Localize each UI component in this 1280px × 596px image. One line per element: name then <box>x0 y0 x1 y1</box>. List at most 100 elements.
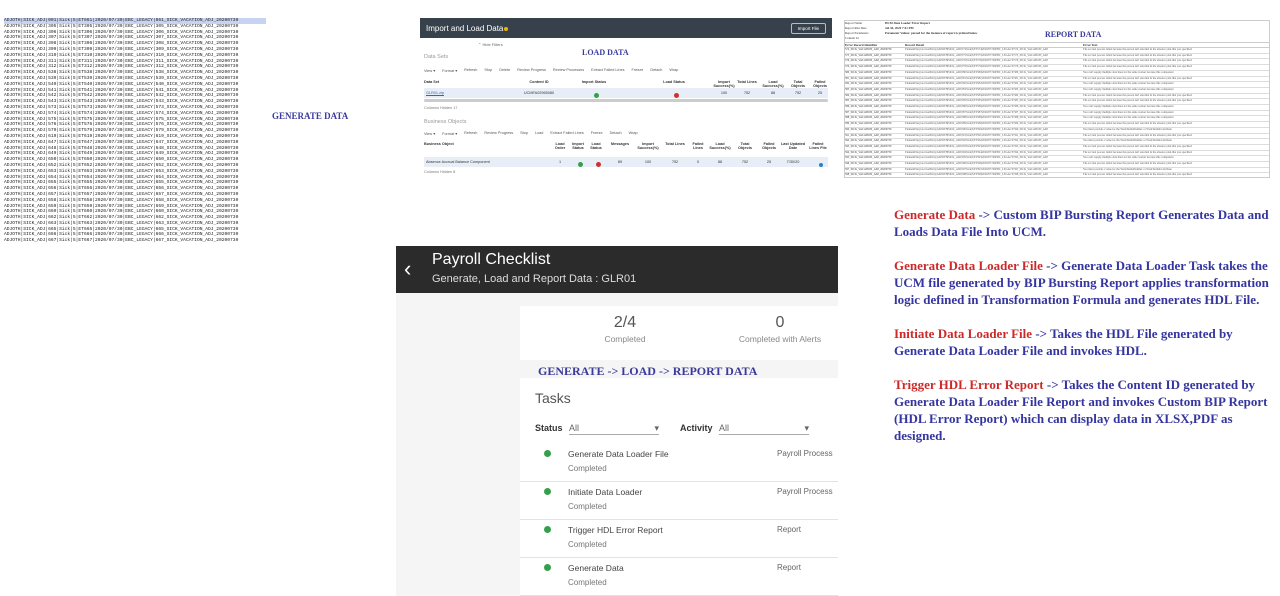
toolbar-item[interactable]: Review Progress <box>517 68 546 73</box>
task-name[interactable]: Initiate Data Loader <box>568 487 642 497</box>
task-type: Report <box>777 525 802 534</box>
cell-error-record: 591_SICK_VACATION_ADJ_20200730 <box>845 133 892 137</box>
col-header[interactable]: Total Objects <box>734 142 756 150</box>
cell-error-record: 597_SICK_VACATION_ADJ_20200730 <box>845 167 892 171</box>
col-header[interactable]: Import Status <box>574 80 614 84</box>
data-set-link[interactable]: GLR01.zip <box>426 91 466 95</box>
toolbar-item[interactable]: Review Processes <box>553 68 584 73</box>
toolbar-item[interactable]: Load <box>535 131 543 136</box>
cell-error-record: 592_SICK_VACATION_ADJ_20200730 <box>845 139 892 143</box>
cell-failed-objects: 25 <box>766 160 772 164</box>
cell-error-text: You can't supply multiple data lines for… <box>1083 87 1174 91</box>
task-name[interactable]: Generate Data <box>568 563 624 573</box>
cell-record-detail: ElementEntry|AccrualEntry|ADJOTH|SICK_AD… <box>905 53 1048 57</box>
cell-failed-objects: 25 <box>817 91 823 95</box>
task-name[interactable]: Trigger HDL Error Report <box>568 525 663 535</box>
cell-record-detail: ElementEntry|AccrualEntry|ADJOTH|SICK_AD… <box>905 122 1048 126</box>
cell-error-record: 598_SICK_VACATION_ADJ_20200730 <box>845 173 892 177</box>
horizontal-scrollbar[interactable] <box>424 99 828 102</box>
col-header[interactable]: Data Set <box>424 80 464 84</box>
toolbar-item[interactable]: View ▾ <box>424 131 435 136</box>
col-header[interactable]: Business Object <box>424 142 494 146</box>
col-header[interactable]: Failed Lines File <box>808 142 828 150</box>
toolbar-item[interactable]: Detach <box>610 131 622 136</box>
completed-check-icon <box>544 526 551 533</box>
table-row[interactable]: Absence Accrual Balance Component 1 89 100 7… <box>424 157 828 167</box>
table-row[interactable]: GLR01.zip UCMFA02965080 100 752 88 752 25 <box>424 88 828 98</box>
cell-load-success: 88 <box>717 160 723 164</box>
col-header[interactable]: Load Order <box>552 142 568 150</box>
task-item[interactable]: Generate Data Completed Report <box>520 558 838 596</box>
import-header: Import and Load Data Import File <box>420 18 832 38</box>
cell-import-success: 100 <box>720 91 728 95</box>
toolbar-item[interactable]: Extract Failed Lines <box>591 68 624 73</box>
business-objects-header: Business Object Load Order Import Status Lo… <box>424 142 828 156</box>
meta-value: Parameter Values: parsed for the instanc… <box>885 31 978 35</box>
col-header[interactable]: Import Success(%) <box>634 142 662 150</box>
col-header[interactable]: Messages <box>608 142 632 146</box>
col-header[interactable]: Failed Objects <box>758 142 780 150</box>
cell-record-detail: ElementEntry|AccrualEntry|ADJOTH|SICK_AD… <box>905 173 1048 177</box>
toolbar-item[interactable]: Format ▾ <box>442 131 457 136</box>
toolbar-item[interactable]: Detach <box>650 68 662 73</box>
cell-failed-lines: 0 <box>696 160 700 164</box>
col-header[interactable]: Failed Lines <box>688 142 708 150</box>
col-header[interactable]: Load Success(%) <box>708 142 732 150</box>
cell-error-record: 588_SICK_VACATION_ADJ_20200730 <box>845 116 892 120</box>
toolbar-item[interactable]: Stop <box>520 131 528 136</box>
cell-error-text: You can't supply multiple data lines for… <box>1083 82 1174 86</box>
cell-record-detail: ElementEntry|AccrualEntry|ADJOTH|SICK_AD… <box>905 150 1048 154</box>
toolbar-item[interactable]: Format ▾ <box>442 68 457 73</box>
toolbar-item[interactable]: Freeze <box>632 68 644 73</box>
toolbar-item[interactable]: Wrap <box>629 131 638 136</box>
toolbar-item[interactable]: Review Progress <box>484 131 513 136</box>
toolbar-item[interactable]: Extract Failed Lines <box>550 131 583 136</box>
toolbar-item[interactable]: Refresh <box>464 68 477 73</box>
tasks-section: Tasks Status All ▾ Activity All ▾ Generate… <box>520 378 838 596</box>
col-header[interactable]: Total Objects <box>788 80 808 88</box>
col-header[interactable]: Import Status <box>570 142 586 150</box>
import-file-button[interactable]: Import File <box>790 22 826 34</box>
cell-error-text: You must provide a value for the WorkTer… <box>1083 127 1172 131</box>
col-header[interactable]: Content ID <box>509 80 569 84</box>
business-objects-toolbar: View ▾ Format ▾ Refresh Review Progress Stop… <box>424 131 638 136</box>
toolbar-item[interactable]: Stop <box>484 68 492 73</box>
task-item[interactable]: Generate Data Loader File Completed Payrol… <box>520 444 838 482</box>
toolbar-item[interactable]: Refresh <box>464 131 477 136</box>
data-sets-title: Data Sets <box>424 54 449 60</box>
completed-value: 2/4 <box>613 314 637 331</box>
toolbar-item[interactable]: Delete <box>499 68 510 73</box>
col-header[interactable]: Total Lines <box>664 142 686 146</box>
toolbar-item[interactable]: Freeze <box>591 131 603 136</box>
task-item[interactable]: Initiate Data Loader Completed Payroll Pro… <box>520 482 838 520</box>
completed-stat[interactable]: 2/4 Completed <box>580 314 670 344</box>
cell-error-text: The accrual process failed because the p… <box>1083 76 1192 80</box>
report-data-label: REPORT DATA <box>1045 30 1102 39</box>
data-line: ADJOTH|SICK_ADJ|305|Sick|5|ET305|2020/07… <box>4 23 239 29</box>
toolbar-item[interactable]: Wrap <box>669 68 678 73</box>
cell-record-detail: ElementEntry|AccrualEntry|ADJOTH|SICK_AD… <box>905 167 1048 171</box>
info-icon <box>819 163 823 167</box>
error-icon <box>674 93 679 98</box>
hide-filters-link[interactable]: ⌃ Hide Filters <box>478 42 503 47</box>
activity-filter[interactable]: Activity All ▾ <box>680 423 810 435</box>
data-line: ADJOTH|SICK_ADJ|657|Sick|5|ET657|2020/07… <box>4 191 239 197</box>
col-header[interactable]: Load Status <box>654 80 694 84</box>
alerts-label: Completed with Alerts <box>738 334 822 344</box>
col-header[interactable]: Failed Objects <box>810 80 830 88</box>
col-header[interactable]: Load Success(%) <box>760 80 786 88</box>
col-header[interactable]: Total Lines <box>736 80 758 84</box>
col-header[interactable]: Last Updated Date <box>780 142 806 150</box>
col-header[interactable]: Import Success(%) <box>709 80 739 88</box>
task-item[interactable]: Trigger HDL Error Report Completed Report <box>520 520 838 558</box>
toolbar-item[interactable]: View ▾ <box>424 68 435 73</box>
hide-filters-label: Hide Filters <box>482 42 503 47</box>
cell-error-record: 596_SICK_VACATION_ADJ_20200730 <box>845 162 892 166</box>
col-header: Record Detail <box>905 43 924 47</box>
col-header[interactable]: Load Status <box>588 142 604 150</box>
back-chevron-icon[interactable]: ‹ <box>404 256 411 282</box>
status-filter[interactable]: Status All ▾ <box>535 423 660 435</box>
task-name[interactable]: Generate Data Loader File <box>568 449 669 459</box>
chevron-down-icon: ▾ <box>654 423 660 433</box>
alerts-stat[interactable]: 0 Completed with Alerts <box>720 314 838 344</box>
